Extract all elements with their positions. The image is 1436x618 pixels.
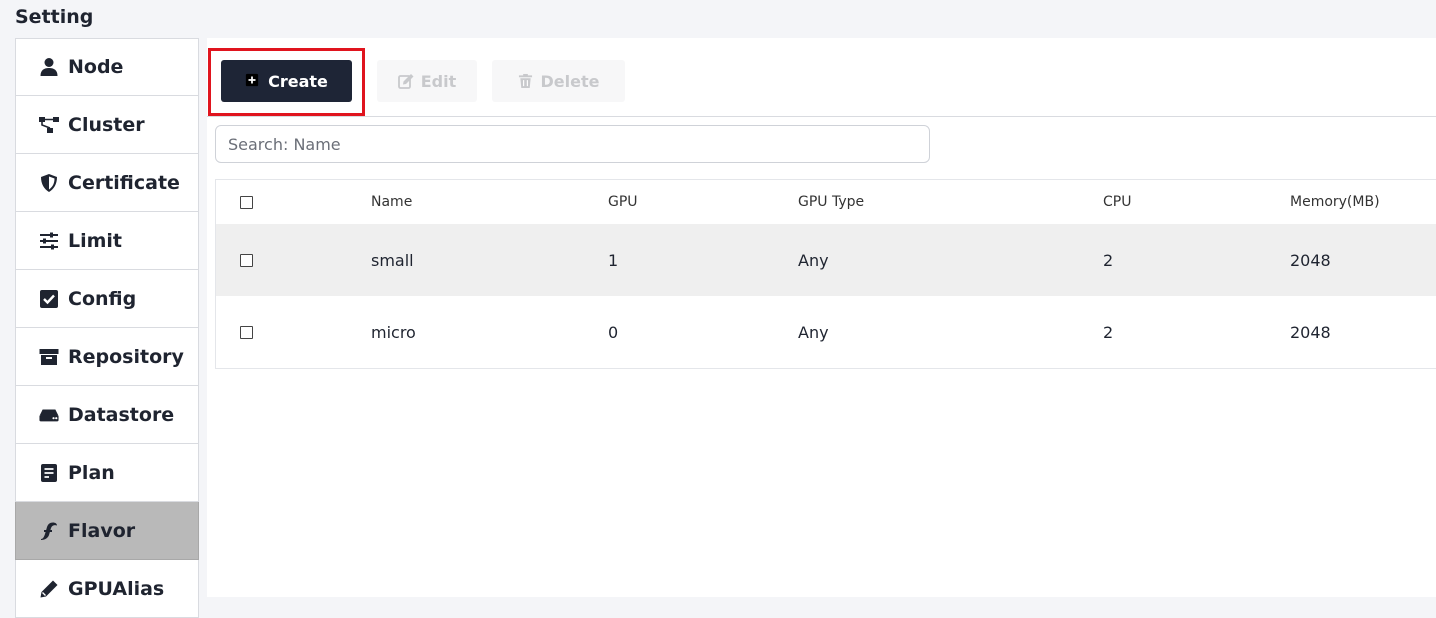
sidebar-item-config[interactable]: Config	[15, 270, 199, 328]
settings-sidebar: Node Cluster Certificate Limit Config Re…	[15, 38, 199, 618]
search-input[interactable]	[215, 125, 930, 163]
cell-cpu: 2	[1103, 322, 1114, 342]
table-row[interactable]: small 1 Any 2 2048	[216, 224, 1436, 296]
column-header-memory[interactable]: Memory(MB)	[1290, 180, 1380, 224]
cell-memory: 2048	[1290, 250, 1331, 270]
page-title: Setting	[15, 6, 94, 28]
cell-memory: 2048	[1290, 322, 1331, 342]
sidebar-item-label: GPUAlias	[68, 577, 165, 600]
cell-name: small	[371, 250, 414, 270]
cell-gpu: 1	[608, 250, 619, 270]
column-header-name[interactable]: Name	[371, 180, 412, 224]
flavor-icon	[38, 521, 60, 541]
sidebar-item-label: Node	[68, 56, 124, 78]
sidebar-item-limit[interactable]: Limit	[15, 212, 199, 270]
sliders-icon	[38, 231, 60, 251]
archive-icon	[38, 347, 60, 367]
delete-button[interactable]: Delete	[492, 60, 625, 102]
sidebar-item-label: Plan	[68, 461, 115, 484]
sidebar-item-label: Flavor	[68, 519, 136, 542]
create-button[interactable]: Create	[221, 60, 352, 102]
cell-gpu-type: Any	[798, 322, 829, 342]
sidebar-item-label: Certificate	[68, 171, 180, 194]
select-all-checkbox[interactable]	[240, 195, 253, 209]
edit-button-label: Edit	[420, 71, 457, 91]
edit-button[interactable]: Edit	[377, 60, 477, 102]
row-checkbox[interactable]	[240, 325, 253, 339]
create-button-label: Create	[268, 71, 328, 91]
table-header-row: Name GPU GPU Type CPU Memory(MB)	[216, 180, 1436, 224]
hdd-icon	[38, 405, 60, 425]
column-header-gpu-type[interactable]: GPU Type	[798, 180, 864, 224]
sidebar-item-certificate[interactable]: Certificate	[15, 154, 199, 212]
flavor-table: Name GPU GPU Type CPU Memory(MB) small 1…	[215, 179, 1436, 369]
sidebar-item-label: Config	[68, 287, 137, 310]
plus-square-icon	[245, 73, 261, 89]
delete-button-label: Delete	[540, 71, 600, 91]
shield-icon	[38, 173, 60, 193]
user-icon	[38, 57, 60, 77]
column-header-gpu[interactable]: GPU	[608, 180, 638, 224]
edit-icon	[397, 73, 414, 89]
sidebar-item-label: Limit	[68, 229, 123, 252]
document-icon	[38, 463, 60, 483]
main-content: Create Edit Delete Name GPU GPU Type CPU…	[207, 38, 1436, 597]
sidebar-item-label: Datastore	[68, 403, 175, 426]
sidebar-item-label: Cluster	[68, 113, 145, 136]
sidebar-item-repository[interactable]: Repository	[15, 328, 199, 386]
pencil-icon	[38, 579, 60, 599]
checkbox-icon	[38, 289, 60, 309]
sitemap-icon	[38, 115, 60, 135]
sidebar-item-cluster[interactable]: Cluster	[15, 96, 199, 154]
sidebar-item-gpualias[interactable]: GPUAlias	[15, 560, 199, 618]
column-header-cpu[interactable]: CPU	[1103, 180, 1131, 224]
sidebar-item-label: Repository	[68, 345, 184, 368]
table-row[interactable]: micro 0 Any 2 2048	[216, 296, 1436, 368]
cell-cpu: 2	[1103, 250, 1114, 270]
cell-name: micro	[371, 322, 416, 342]
sidebar-item-flavor[interactable]: Flavor	[15, 502, 199, 560]
trash-icon	[518, 73, 534, 89]
row-checkbox[interactable]	[240, 253, 253, 267]
sidebar-item-datastore[interactable]: Datastore	[15, 386, 199, 444]
sidebar-item-node[interactable]: Node	[15, 38, 199, 96]
toolbar: Create Edit Delete	[207, 38, 1436, 117]
sidebar-item-plan[interactable]: Plan	[15, 444, 199, 502]
cell-gpu: 0	[608, 322, 619, 342]
cell-gpu-type: Any	[798, 250, 829, 270]
